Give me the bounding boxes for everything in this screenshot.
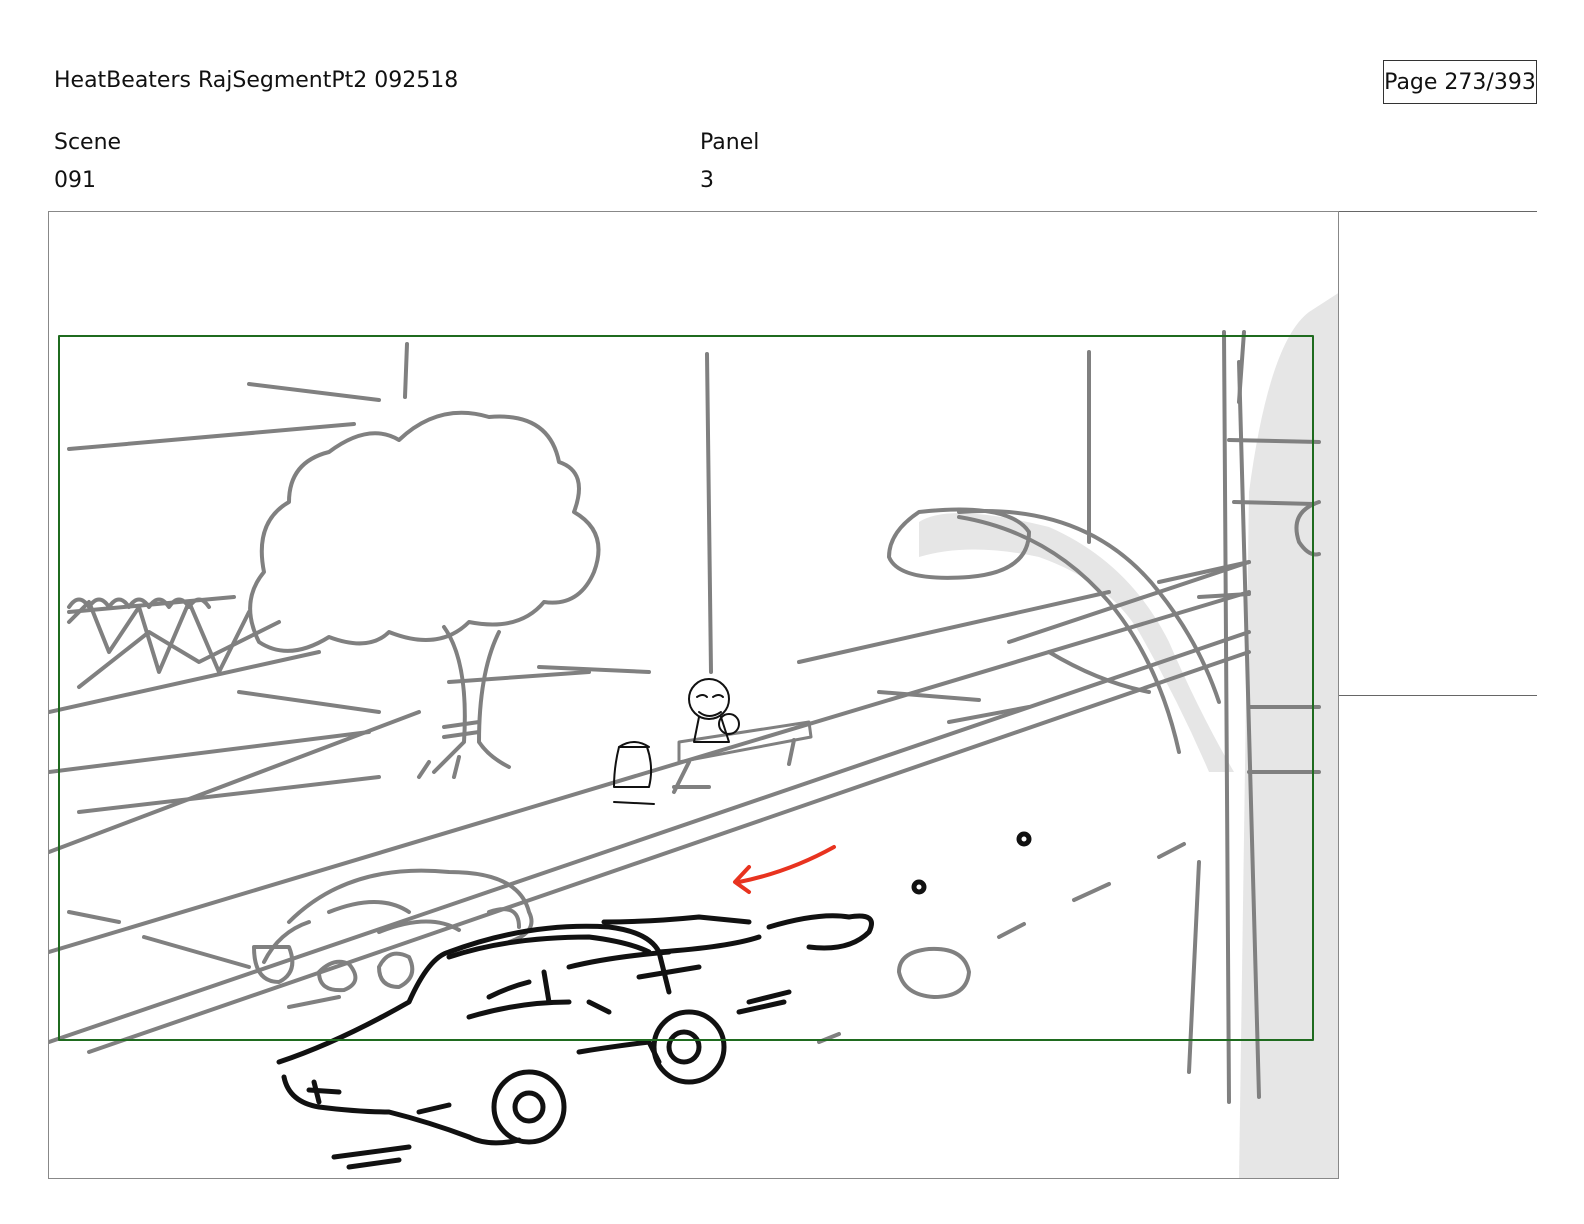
scene-label: Scene [54, 130, 122, 155]
action-arrow [733, 845, 836, 894]
storyboard-panel [48, 211, 1339, 1179]
document-title: HeatBeaters RajSegmentPt2 092518 [54, 68, 459, 93]
scene-value: 091 [54, 168, 96, 193]
notes-divider-middle [1339, 695, 1537, 696]
notes-divider-top [1339, 211, 1537, 212]
panel-label: Panel [700, 130, 760, 155]
foreground-car [276, 831, 1032, 1170]
page-indicator: Page 273/393 [1383, 60, 1537, 104]
pole-shade [1239, 293, 1338, 1178]
panel-value: 3 [700, 168, 714, 193]
storyboard-sketch [49, 293, 1338, 1178]
background-pencil-layer [49, 330, 1321, 1104]
